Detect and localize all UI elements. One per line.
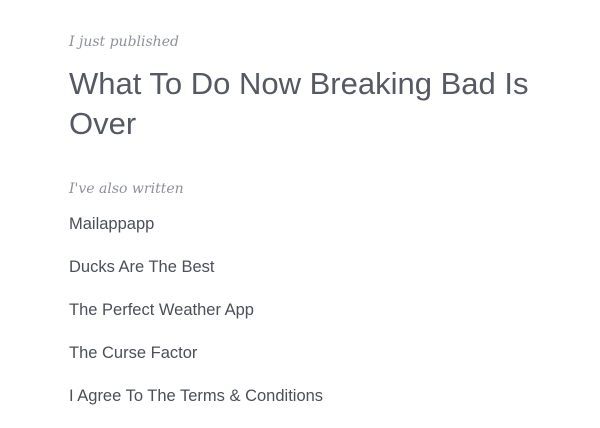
list-item: The Perfect Weather App bbox=[69, 299, 323, 342]
latest-post-link[interactable]: What To Do Now Breaking Bad Is Over bbox=[69, 64, 539, 144]
list-item: Mailappapp bbox=[69, 213, 323, 256]
also-written-label: I've also written bbox=[69, 181, 184, 197]
list-item: Ducks Are The Best bbox=[69, 256, 323, 299]
list-item: The Curse Factor bbox=[69, 342, 323, 385]
post-link-mailappapp[interactable]: Mailappapp bbox=[69, 213, 154, 235]
also-written-list: Mailappapp Ducks Are The Best The Perfec… bbox=[69, 213, 323, 428]
post-link-terms-conditions[interactable]: I Agree To The Terms & Conditions bbox=[69, 385, 323, 407]
just-published-label: I just published bbox=[69, 34, 179, 50]
post-link-ducks-are-the-best[interactable]: Ducks Are The Best bbox=[69, 256, 215, 278]
post-link-perfect-weather-app[interactable]: The Perfect Weather App bbox=[69, 299, 254, 321]
post-link-curse-factor[interactable]: The Curse Factor bbox=[69, 342, 197, 364]
